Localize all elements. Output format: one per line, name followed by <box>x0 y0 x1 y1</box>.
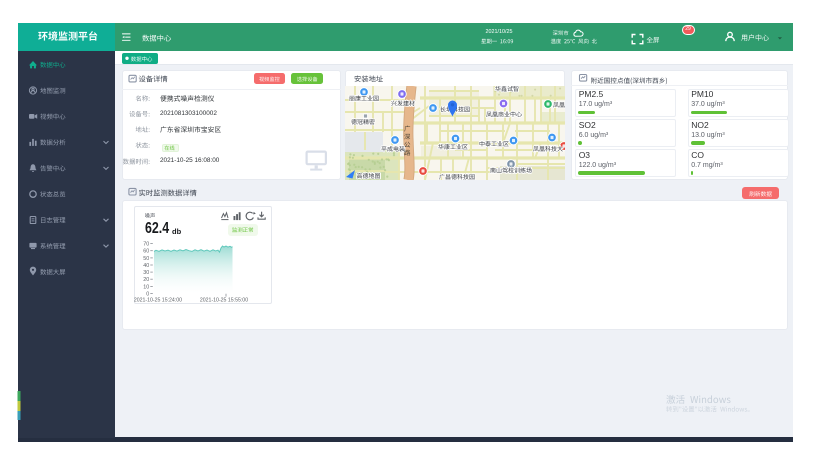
svg-text:2021-10-25 15:55:00: 2021-10-25 15:55:00 <box>200 298 248 304</box>
svg-text:20: 20 <box>143 277 149 283</box>
svg-text:60: 60 <box>143 249 149 255</box>
svg-text:2021-10-25 15:24:00: 2021-10-25 15:24:00 <box>134 298 182 304</box>
svg-text:10: 10 <box>143 284 149 290</box>
svg-text:70: 70 <box>143 242 149 248</box>
svg-text:30: 30 <box>143 270 149 276</box>
svg-text:40: 40 <box>143 263 149 269</box>
svg-text:0: 0 <box>146 291 149 297</box>
svg-text:50: 50 <box>143 256 149 262</box>
